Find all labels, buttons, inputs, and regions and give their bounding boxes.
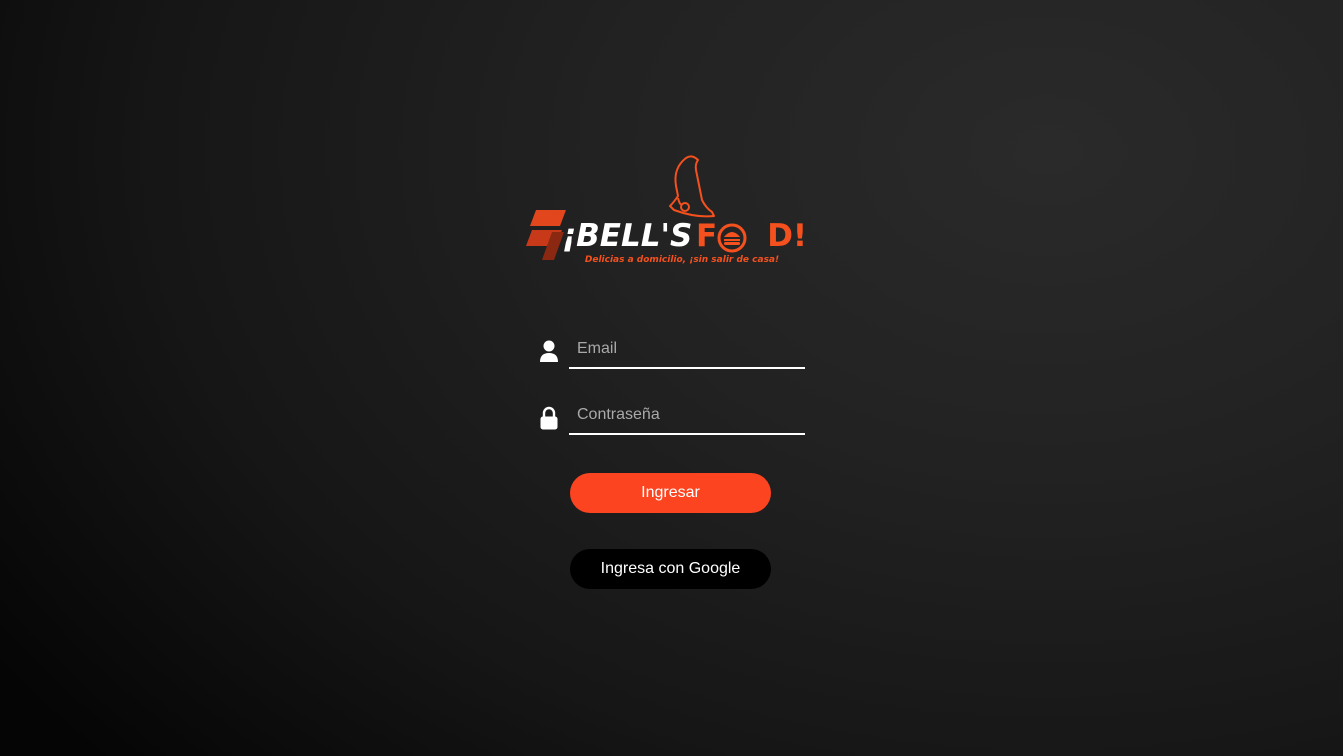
email-input[interactable] — [569, 331, 805, 369]
speed-stripes-icon — [526, 210, 566, 260]
bell-icon — [669, 155, 715, 218]
lock-icon — [538, 405, 560, 431]
email-field-row — [538, 331, 806, 371]
brand-tagline: Delicias a domicilio, ¡sin salir de casa… — [584, 255, 780, 265]
google-login-button[interactable]: Ingresa con Google — [570, 549, 771, 589]
login-button[interactable]: Ingresar — [570, 473, 771, 513]
password-field-row — [538, 397, 806, 437]
brand-name-part1: ¡BELL'S — [562, 218, 693, 254]
brand-logo: ¡BELL'S F D! Delicias a domicilio, ¡sin s… — [526, 155, 818, 274]
user-icon — [538, 339, 560, 365]
brand-name-part2: F D! — [696, 218, 808, 254]
password-input[interactable] — [569, 397, 805, 435]
